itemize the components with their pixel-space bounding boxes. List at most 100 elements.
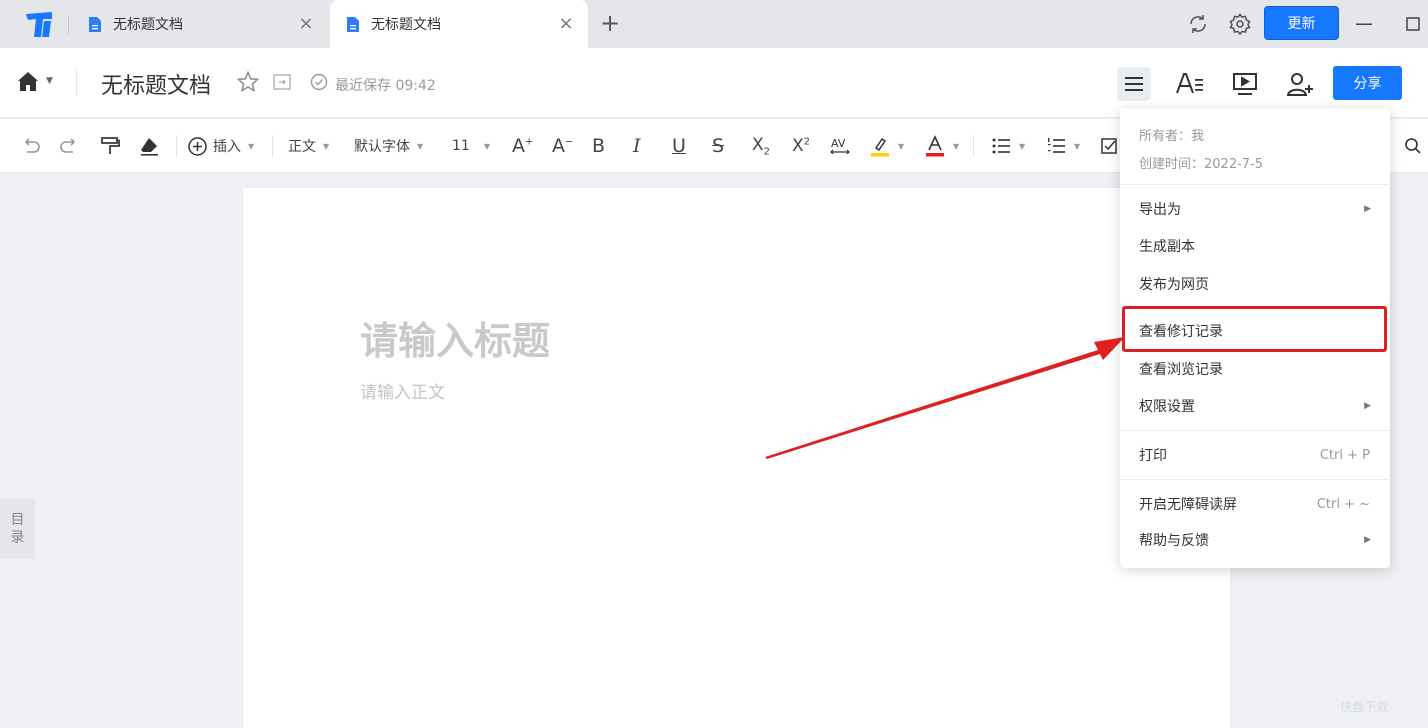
italic-button[interactable]: I [633, 133, 641, 159]
menu-item-make-copy[interactable]: 生成副本 [1120, 229, 1390, 263]
table-of-contents-toggle[interactable]: 目 录 [0, 499, 35, 559]
clear-format-button[interactable] [138, 133, 160, 159]
underline-button[interactable]: U [672, 133, 686, 159]
document-created-date: 创建时间：2022-7-5 [1139, 157, 1264, 172]
bullet-list-icon [992, 138, 1010, 154]
insert-label: 插入 [213, 139, 241, 155]
redo-button[interactable] [58, 133, 80, 159]
annotation-highlight-box [1122, 306, 1387, 352]
tab-label: 无标题文档 [113, 17, 183, 33]
italic-icon: I [633, 135, 641, 157]
title-placeholder[interactable]: 请输入标题 [360, 310, 550, 365]
update-button[interactable]: 更新 [1264, 6, 1339, 40]
font-color-dropdown[interactable]: ▼ [924, 133, 959, 159]
undo-icon [24, 138, 40, 153]
paragraph-style-label: 正文 [288, 139, 316, 155]
share-button[interactable]: 分享 [1333, 66, 1402, 100]
menu-item-screen-reader[interactable]: 开启无障碍读屏 Ctrl + ~ [1120, 487, 1390, 521]
chevron-right-icon: ▶ [1364, 204, 1371, 214]
superscript-button[interactable]: X2 [792, 133, 810, 159]
settings-gear-icon[interactable] [1228, 12, 1252, 36]
body-placeholder[interactable]: 请输入正文 [360, 378, 445, 403]
strikethrough-button[interactable]: S [712, 133, 724, 159]
chevron-down-icon: ▼ [483, 141, 490, 151]
font-increase-icon: A+ [512, 135, 534, 157]
chevron-down-icon: ▼ [1019, 141, 1026, 151]
menu-item-label: 查看浏览记录 [1139, 362, 1223, 378]
maximize-icon[interactable] [1401, 12, 1425, 36]
add-collaborator-button[interactable] [1283, 67, 1317, 101]
eraser-icon [141, 138, 158, 156]
subscript-button[interactable]: X2 [752, 133, 770, 159]
chevron-down-icon: ▼ [953, 141, 960, 151]
menu-item-label: 帮助与反馈 [1139, 533, 1209, 549]
bold-button[interactable]: B [592, 133, 605, 159]
chevron-down-icon: ▼ [323, 141, 330, 151]
format-painter-button[interactable] [99, 133, 121, 159]
toolbar-separator [176, 135, 177, 157]
minimize-icon[interactable] [1352, 12, 1376, 36]
bullet-list-dropdown[interactable]: ▼ [990, 133, 1025, 159]
menu-item-label: 生成副本 [1139, 239, 1195, 255]
decrease-font-size-button[interactable]: A− [552, 133, 573, 159]
search-icon [1405, 138, 1421, 154]
annotation-arrow [765, 337, 1125, 459]
chevron-down-icon[interactable]: ▼ [46, 76, 53, 86]
add-circle-icon [188, 136, 207, 156]
font-decrease-icon: A− [552, 135, 574, 157]
document-title[interactable]: 无标题文档 [101, 68, 211, 100]
close-icon[interactable]: × [556, 14, 576, 34]
menu-shortcut: Ctrl + P [1319, 447, 1370, 463]
font-family-label: 默认字体 [354, 139, 410, 155]
menu-item-label: 开启无障碍读屏 [1139, 497, 1237, 513]
presentation-play-icon [1233, 73, 1257, 95]
superscript-icon: X2 [792, 136, 811, 156]
redo-icon [60, 138, 76, 153]
move-to-folder-icon[interactable] [272, 72, 292, 92]
toc-label: 目 [10, 512, 25, 528]
menu-item-publish-web[interactable]: 发布为网页 [1120, 267, 1390, 301]
chevron-right-icon: ▶ [1364, 535, 1371, 545]
menu-item-help-feedback[interactable]: 帮助与反馈 ▶ [1120, 523, 1390, 557]
letter-spacing-icon: AV [830, 137, 850, 155]
new-tab-plus-icon[interactable]: + [598, 11, 622, 36]
home-icon[interactable] [16, 70, 40, 94]
tab-document-1[interactable]: 无标题文档 × [72, 0, 328, 48]
font-color-icon [926, 135, 944, 157]
app-logo-icon[interactable] [24, 10, 54, 38]
character-spacing-button[interactable]: AV [829, 133, 851, 159]
menu-item-permissions[interactable]: 权限设置 ▶ [1120, 389, 1390, 423]
numbered-list-dropdown[interactable]: ▼ [1045, 133, 1080, 159]
chevron-down-icon: ▼ [248, 141, 255, 151]
add-user-icon [1286, 73, 1313, 96]
font-family-dropdown[interactable]: 默认字体 ▼ [354, 133, 423, 159]
close-icon[interactable]: × [296, 14, 316, 34]
checkbox-icon [1101, 138, 1117, 154]
font-style-icon [1176, 73, 1203, 94]
menu-item-print[interactable]: 打印 Ctrl + P [1120, 438, 1390, 472]
undo-button[interactable] [20, 133, 42, 159]
paragraph-style-dropdown[interactable]: 正文 ▼ [288, 133, 329, 159]
increase-font-size-button[interactable]: A+ [512, 133, 533, 159]
tab-label: 无标题文档 [371, 17, 441, 33]
star-icon[interactable] [236, 70, 260, 94]
highlight-color-dropdown[interactable]: ▼ [869, 133, 904, 159]
menu-item-label: 打印 [1139, 448, 1167, 464]
menu-item-export[interactable]: 导出为 ▶ [1120, 192, 1390, 226]
menu-item-view-history[interactable]: 查看浏览记录 [1120, 352, 1390, 386]
checklist-button[interactable] [1100, 133, 1120, 159]
document-owner: 所有者：我 [1139, 129, 1205, 144]
sync-icon[interactable] [1186, 12, 1210, 36]
presentation-button[interactable] [1228, 67, 1262, 101]
insert-dropdown[interactable]: 插入 ▼ [187, 133, 254, 159]
saved-check-icon [310, 73, 328, 91]
tab-document-2[interactable]: 无标题文档 × [330, 0, 588, 48]
text-style-button[interactable] [1173, 67, 1207, 101]
header-separator [76, 70, 77, 96]
search-button[interactable] [1404, 133, 1422, 159]
menu-divider [1120, 430, 1390, 431]
font-size-dropdown[interactable]: 11 ▼ [452, 133, 490, 159]
more-menu-button[interactable] [1117, 67, 1151, 101]
chevron-right-icon: ▶ [1364, 401, 1371, 411]
underline-icon: U [672, 135, 686, 157]
